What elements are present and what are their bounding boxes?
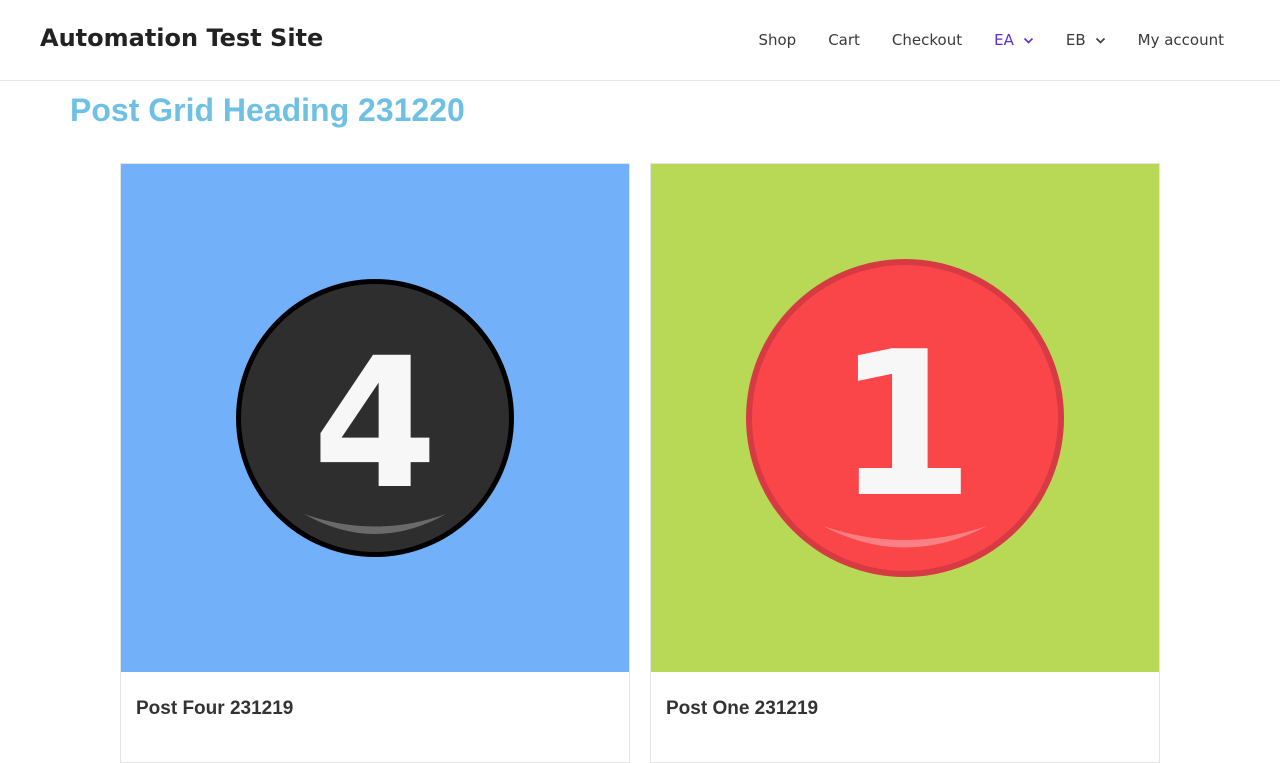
number-one-image: 1 bbox=[651, 164, 1159, 672]
post-number: 4 bbox=[312, 320, 437, 529]
nav-item-eb[interactable]: EB bbox=[1050, 0, 1122, 80]
nav-item-my-account[interactable]: My account bbox=[1122, 0, 1240, 80]
chevron-down-icon[interactable] bbox=[1023, 35, 1034, 46]
site-header: Automation Test Site Shop Cart Checkout … bbox=[0, 0, 1280, 81]
chevron-down-icon[interactable] bbox=[1095, 35, 1106, 46]
nav-item-label: My account bbox=[1137, 31, 1224, 49]
post-title-link[interactable]: Post One 231219 bbox=[666, 698, 818, 720]
site-title-link[interactable]: Automation Test Site bbox=[40, 24, 323, 52]
nav-item-ea[interactable]: EA bbox=[978, 0, 1050, 80]
nav-item-shop[interactable]: Shop bbox=[742, 0, 812, 80]
nav-item-label: EB bbox=[1065, 31, 1086, 49]
post-thumbnail-link[interactable]: 1 bbox=[651, 164, 1159, 672]
post-number: 1 bbox=[835, 309, 974, 542]
nav-item-label: Shop bbox=[758, 31, 797, 49]
post-card: 4 Post Four 231219 bbox=[120, 163, 630, 763]
number-four-image: 4 bbox=[121, 164, 629, 672]
nav-item-cart[interactable]: Cart bbox=[812, 0, 876, 80]
post-card: 1 Post One 231219 bbox=[650, 163, 1160, 763]
nav-item-checkout[interactable]: Checkout bbox=[876, 0, 978, 80]
page-heading: Post Grid Heading 231220 bbox=[70, 92, 465, 128]
nav-item-label: EA bbox=[994, 31, 1014, 49]
post-title-link[interactable]: Post Four 231219 bbox=[136, 698, 293, 720]
nav-item-label: Cart bbox=[828, 31, 860, 49]
primary-nav: Shop Cart Checkout EA EB My account bbox=[742, 0, 1240, 80]
post-thumbnail-link[interactable]: 4 bbox=[121, 164, 629, 672]
nav-item-label: Checkout bbox=[891, 31, 963, 49]
